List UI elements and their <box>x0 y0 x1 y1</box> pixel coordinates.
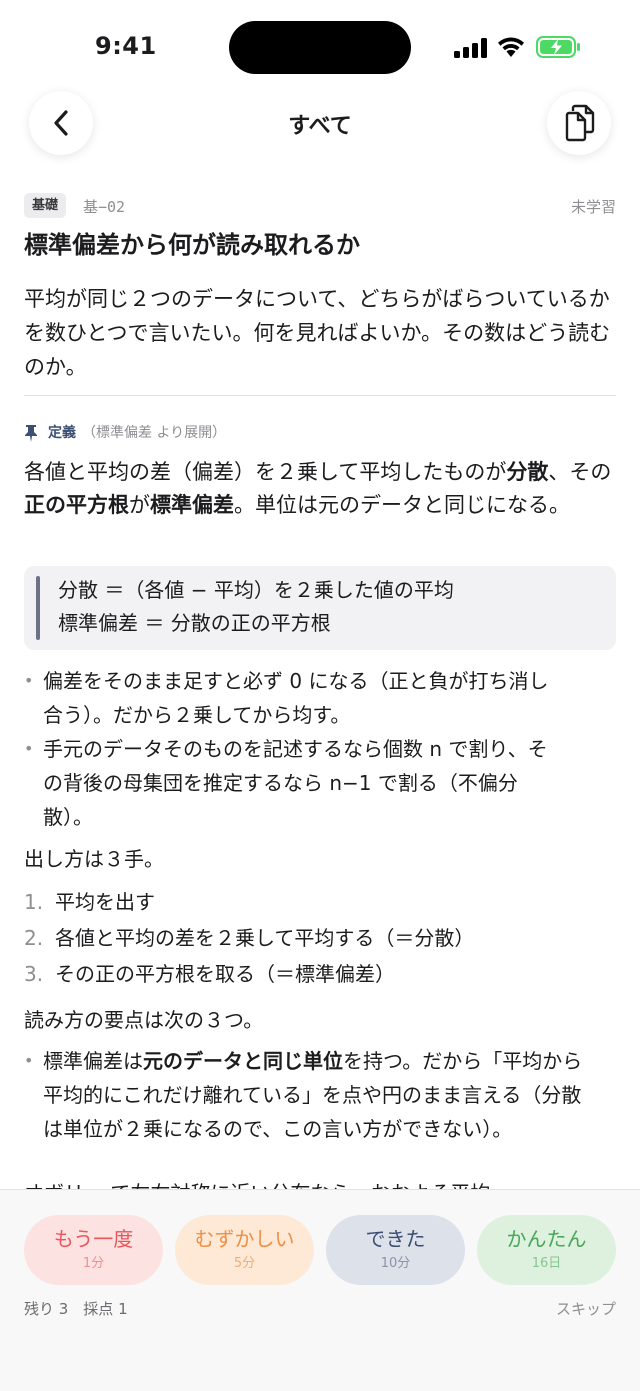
battery-charging-icon <box>536 36 580 58</box>
steps-intro: 出し方は３手。 <box>24 847 164 871</box>
bullet-dot: • <box>24 739 34 758</box>
card-id: 基−02 <box>83 198 126 216</box>
list-item: • 偏差をそのまま足すと必ず 0 になる（正と負が打ち消し合う）。だから２乗して… <box>24 664 616 732</box>
step-item: 2. 各値と平均の差を２乗して平均する（＝分散） <box>24 920 616 956</box>
reading-intro: 読み方の要点は次の３つ。 <box>24 1008 264 1032</box>
definition-text: 。単位は元のデータと同じになる。 <box>234 493 570 517</box>
term-variance: 分散 <box>506 460 549 484</box>
definition-source: （標準偏差 より展開） <box>82 425 227 441</box>
level-tag: 基礎 <box>24 193 67 218</box>
rate-label: もう一度 <box>53 1227 134 1251</box>
rate-interval: 1分 <box>82 1256 105 1271</box>
copy-icon <box>565 104 595 142</box>
step-item: 3. その正の平方根を取る（＝標準偏差） <box>24 956 616 992</box>
pin-icon <box>25 425 37 442</box>
page-title: すべて <box>288 114 352 139</box>
definition-header: 定義 （標準偏差 より展開） <box>24 422 226 444</box>
skip-button[interactable]: スキップ <box>556 1298 616 1319</box>
dynamic-island <box>229 21 411 74</box>
rate-label: できた <box>365 1227 426 1251</box>
reading-list: • 標準偏差は元のデータと同じ単位を持つ。だから「平均から平均的にこれだけ離れて… <box>24 1044 616 1146</box>
bullet-dot: • <box>24 671 34 690</box>
list-item-text: 偏差をそのまま足すと必ず 0 になる（正と負が打ち消し合う）。だから２乗してから… <box>43 669 549 727</box>
clock: 9:41 <box>95 32 157 60</box>
rate-interval: 5分 <box>233 1256 256 1271</box>
status-bar: 9:41 <box>0 0 640 90</box>
definition-text: が <box>129 493 150 517</box>
rate-interval: 16日 <box>531 1256 562 1271</box>
card-title: 標準偏差から何が読み取れるか <box>24 231 360 259</box>
formula-box: 分散 ＝（各値 − 平均）を２乗した値の平均 標準偏差 ＝ 分散の正の平方根 <box>24 566 616 650</box>
notes-list: • 偏差をそのまま足すと必ず 0 になる（正と負が打ち消し合う）。だから２乗して… <box>24 664 616 834</box>
rate-again-button[interactable]: もう一度 1分 <box>24 1215 163 1285</box>
divider <box>24 395 616 396</box>
list-item-text: 手元のデータそのものを記述するなら個数 n で割り、その背後の母集団を推定するな… <box>43 737 548 829</box>
next-line-peek: オボリ… で左右対称に近い分布なら、おおよそ平均 <box>24 1176 616 1190</box>
definition-body: 各値と平均の差（偏差）を２乗して平均したものが分散、その正の平方根が標準偏差。単… <box>24 456 616 522</box>
step-item: 1. 平均を出す <box>24 884 616 920</box>
formula-line: 標準偏差 ＝ 分散の正の平方根 <box>58 611 331 635</box>
definition-text: 、その <box>548 460 612 484</box>
rate-hard-button[interactable]: むずかしい 5分 <box>175 1215 314 1285</box>
step-text: その正の平方根を取る（＝標準偏差） <box>55 962 395 986</box>
formula-line: 分散 ＝（各値 − 平均）を２乗した値の平均 <box>58 578 454 602</box>
step-number: 2. <box>24 926 44 950</box>
list-item-text: 標準偏差は元のデータと同じ単位を持つ。だから「平均から平均的にこれだけ離れている… <box>43 1044 595 1146</box>
definition-text: 各値と平均の差（偏差）を２乗して平均したものが <box>24 460 507 484</box>
progress-counter: 残り 3 採点 1 <box>24 1300 128 1318</box>
term-std-dev: 標準偏差 <box>150 493 234 517</box>
list-item: • 手元のデータそのものを記述するなら個数 n で割り、その背後の母集団を推定す… <box>24 732 616 834</box>
wifi-icon <box>498 37 524 57</box>
definition-label: 定義 <box>48 425 76 441</box>
rate-interval: 10分 <box>380 1256 411 1271</box>
step-number: 1. <box>24 890 44 914</box>
reading-text: 標準偏差は <box>43 1049 143 1073</box>
cellular-signal-icon <box>454 38 487 58</box>
bullet-dot: • <box>24 1051 34 1070</box>
rate-easy-button[interactable]: かんたん 16日 <box>477 1215 616 1285</box>
term-same-unit: 元のデータと同じ単位 <box>143 1049 343 1073</box>
rate-good-button[interactable]: できた 10分 <box>326 1215 465 1285</box>
step-number: 3. <box>24 962 44 986</box>
term-positive-root: 正の平方根 <box>24 493 129 517</box>
rating-sheet: もう一度 1分 むずかしい 5分 できた 10分 かんたん 16日 残り 3 採… <box>0 1189 640 1391</box>
quote-bar <box>36 576 40 640</box>
question-text: 平均が同じ２つのデータについて、どちらがばらついているかを数ひとつで言いたい。何… <box>24 287 611 379</box>
steps-list: 1. 平均を出す 2. 各値と平均の差を２乗して平均する（＝分散） 3. その正… <box>24 884 616 992</box>
study-status: 未学習 <box>570 198 616 216</box>
step-text: 各値と平均の差を２乗して平均する（＝分散） <box>55 926 475 950</box>
list-item: • 標準偏差は元のデータと同じ単位を持つ。だから「平均から平均的にこれだけ離れて… <box>24 1044 616 1146</box>
step-text: 平均を出す <box>55 890 155 914</box>
rate-label: かんたん <box>506 1227 587 1251</box>
rate-label: むずかしい <box>194 1227 295 1251</box>
copy-button[interactable] <box>547 91 611 155</box>
